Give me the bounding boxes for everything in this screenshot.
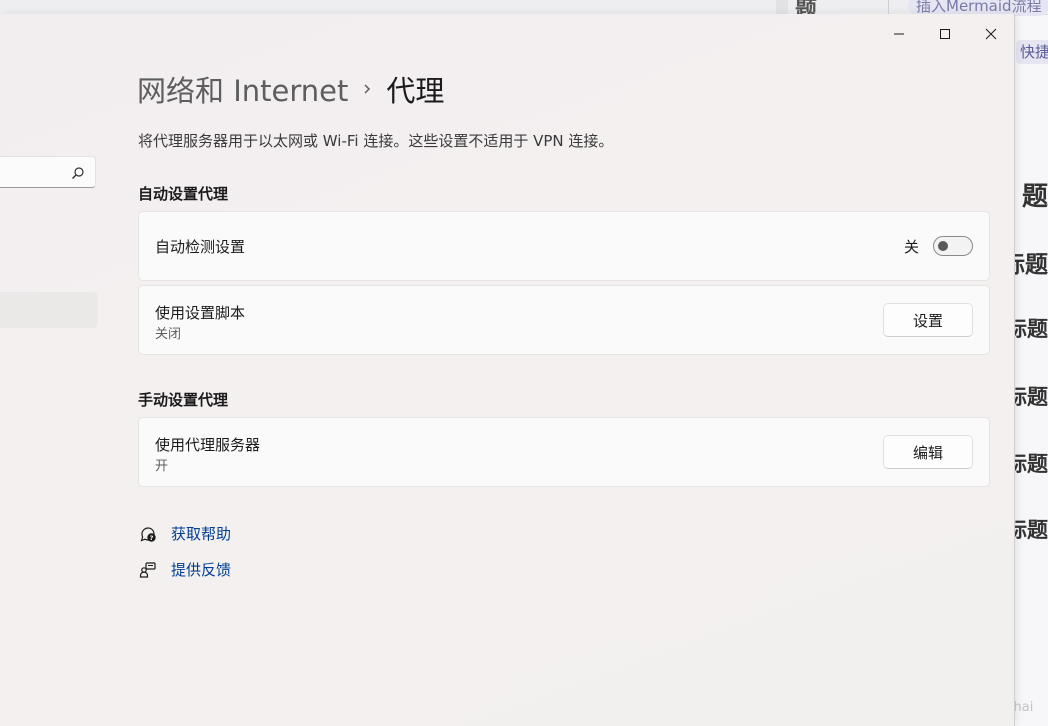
auto-detect-card: 自动检测设置 关 xyxy=(138,211,990,281)
breadcrumb: 网络和 Internet 代理 xyxy=(137,68,444,110)
give-feedback-link[interactable]: 提供反馈 xyxy=(138,559,231,580)
close-button[interactable] xyxy=(968,18,1014,50)
close-icon xyxy=(985,28,997,40)
section-title-manual-proxy: 手动设置代理 xyxy=(138,391,229,409)
setup-script-card: 使用设置脚本 关闭 设置 xyxy=(138,285,990,355)
edit-proxy-button[interactable]: 编辑 xyxy=(883,435,973,469)
settings-window: 网络和 Internet 代理 将代理服务器用于以太网或 Wi-Fi 连接。这些… xyxy=(0,14,1015,726)
background-scrollbar xyxy=(776,0,788,14)
maximize-icon xyxy=(940,29,950,39)
get-help-text[interactable]: 获取帮助 xyxy=(171,523,231,544)
background-pill-shortcut: 快捷 xyxy=(1016,40,1048,64)
auto-detect-label: 自动检测设置 xyxy=(155,238,246,256)
background-topbar xyxy=(0,0,1048,15)
sidebar-item-selected[interactable] xyxy=(0,292,98,328)
chevron-right-icon xyxy=(362,82,372,96)
setup-script-status: 关闭 xyxy=(155,327,182,342)
get-help-link[interactable]: ? 获取帮助 xyxy=(138,523,231,544)
setup-script-button[interactable]: 设置 xyxy=(883,303,973,337)
search-icon xyxy=(71,165,85,184)
minimize-button[interactable] xyxy=(876,18,922,50)
help-chat-icon: ? xyxy=(138,524,158,544)
give-feedback-text[interactable]: 提供反馈 xyxy=(171,559,231,580)
sidebar-search-input[interactable] xyxy=(0,156,96,188)
proxy-server-label: 使用代理服务器 xyxy=(155,436,261,454)
minimize-icon xyxy=(894,33,904,35)
setup-script-label: 使用设置脚本 xyxy=(155,304,246,322)
page-description: 将代理服务器用于以太网或 Wi-Fi 连接。这些设置不适用于 VPN 连接。 xyxy=(138,132,614,150)
auto-detect-toggle-state: 关 xyxy=(903,238,919,256)
proxy-server-card: 使用代理服务器 开 编辑 xyxy=(138,417,990,487)
page-title: 代理 xyxy=(386,74,445,108)
maximize-button[interactable] xyxy=(922,18,968,50)
auto-detect-toggle[interactable] xyxy=(933,236,973,256)
feedback-icon xyxy=(138,560,158,580)
section-title-auto-proxy: 自动设置代理 xyxy=(138,185,229,203)
breadcrumb-parent[interactable]: 网络和 Internet xyxy=(137,68,348,110)
toggle-knob xyxy=(938,241,948,251)
proxy-server-status: 开 xyxy=(155,459,169,474)
svg-text:?: ? xyxy=(150,534,154,542)
background-divider xyxy=(888,0,889,14)
